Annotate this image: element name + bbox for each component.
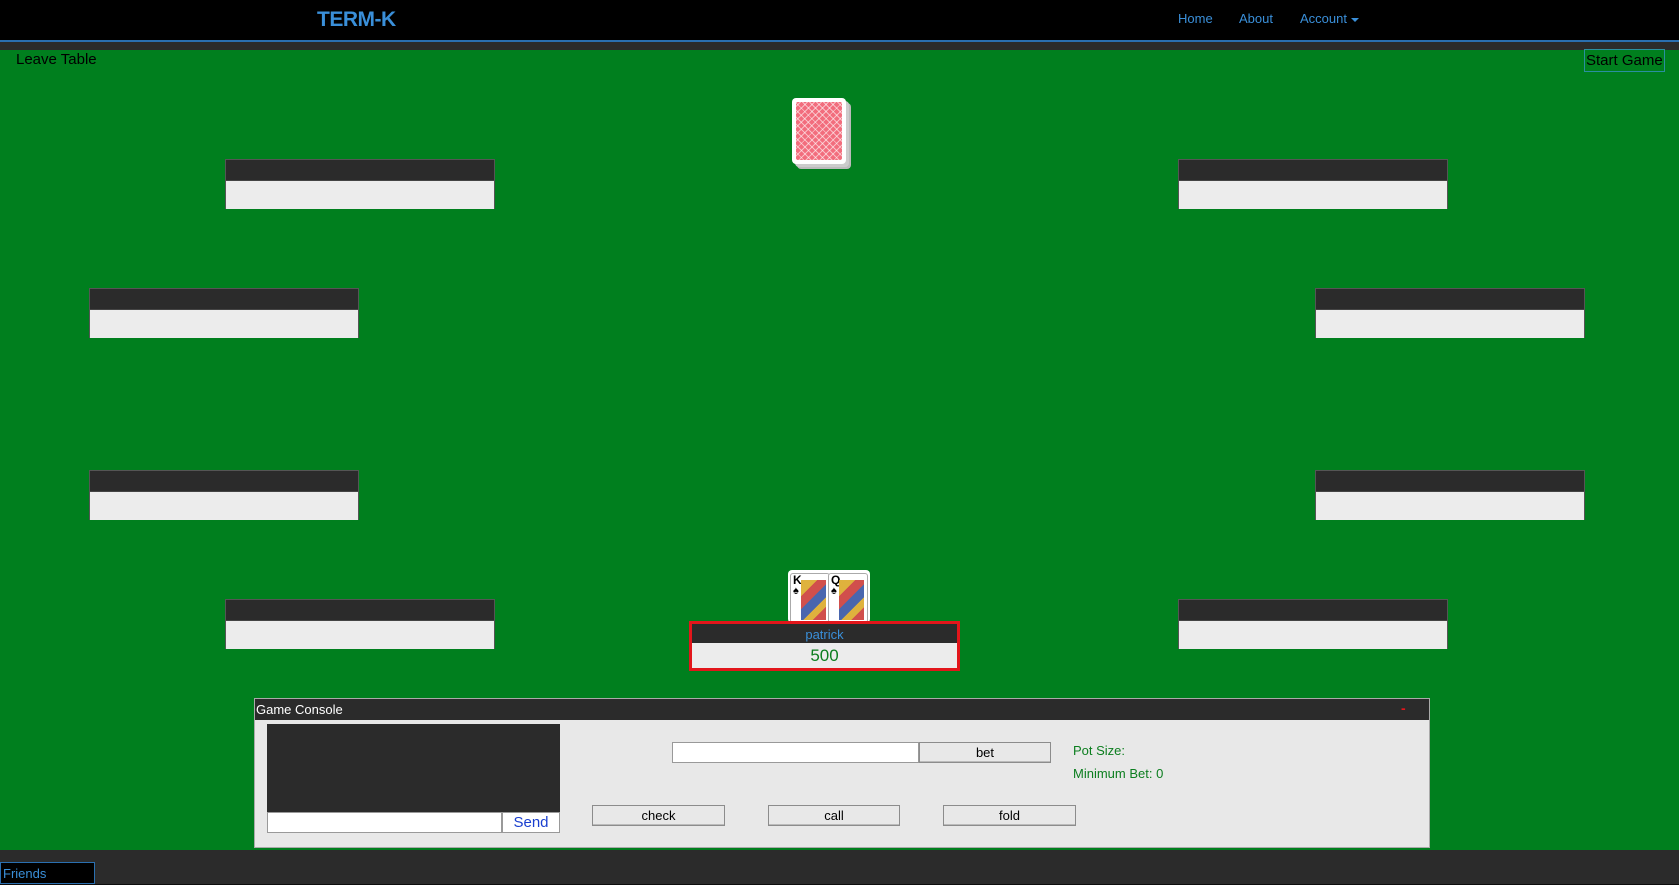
check-button[interactable]: check [592, 805, 725, 826]
empty-seat [1315, 288, 1585, 338]
seat-header [90, 471, 358, 491]
empty-seat [1178, 599, 1448, 649]
seat-body [1316, 309, 1584, 338]
chat-input[interactable] [267, 812, 502, 833]
card-suit: ♠ [793, 585, 799, 597]
player-chips: 500 [692, 643, 957, 668]
hole-card: K ♠ [790, 573, 830, 623]
console-title: Game Console [256, 702, 343, 717]
console-header: Game Console - [255, 699, 1429, 720]
seat-header [90, 289, 358, 309]
seat-body [1316, 491, 1584, 520]
minimize-icon[interactable]: - [1401, 700, 1406, 716]
caret-down-icon [1350, 17, 1359, 22]
seat-header [1316, 471, 1584, 491]
empty-seat [89, 470, 359, 520]
seat-body [226, 180, 494, 209]
queen-face-icon [839, 580, 864, 620]
seat-header [1316, 289, 1584, 309]
account-label: Account [1300, 11, 1347, 26]
empty-seat [225, 159, 495, 209]
player-hand: K ♠ Q ♠ [788, 570, 870, 623]
brand-logo[interactable]: TERM-K [317, 8, 396, 32]
bet-button[interactable]: bet [919, 742, 1051, 763]
hole-card: Q ♠ [828, 573, 868, 623]
empty-seat [225, 599, 495, 649]
footer-bar [0, 850, 1679, 884]
empty-seat [89, 288, 359, 338]
fold-button[interactable]: fold [943, 805, 1076, 826]
player-seat: patrick 500 [689, 621, 960, 671]
navbar-divider [0, 42, 1679, 50]
bet-amount-input[interactable] [672, 742, 919, 763]
empty-seat [1315, 470, 1585, 520]
seat-body [1179, 180, 1447, 209]
start-game-button[interactable]: Start Game [1584, 49, 1665, 72]
chat-log [267, 724, 560, 812]
nav-about-link[interactable]: About [1239, 11, 1273, 26]
nav-home-link[interactable]: Home [1178, 11, 1213, 26]
player-name: patrick [692, 624, 957, 643]
leave-table-link[interactable]: Leave Table [16, 51, 97, 68]
seat-header [226, 600, 494, 620]
game-console: Game Console - Send bet check call fold … [254, 698, 1430, 848]
minimum-bet-label: Minimum Bet: 0 [1073, 766, 1164, 781]
friends-tab[interactable]: Friends [0, 862, 95, 884]
king-face-icon [801, 580, 826, 620]
nav-account-dropdown[interactable]: Account [1300, 11, 1359, 26]
top-navbar: TERM-K Home About Account [0, 0, 1679, 42]
card-back-icon [792, 98, 846, 164]
call-button[interactable]: call [768, 805, 900, 826]
seat-header [226, 160, 494, 180]
card-back-pattern [796, 102, 842, 160]
card-suit: ♠ [831, 585, 837, 597]
seat-header [1179, 160, 1447, 180]
seat-body [90, 491, 358, 520]
empty-seat [1178, 159, 1448, 209]
card-deck [792, 98, 856, 173]
seat-body [1179, 620, 1447, 649]
seat-header [1179, 600, 1447, 620]
seat-body [90, 309, 358, 338]
pot-size-label: Pot Size: [1073, 743, 1126, 758]
seat-body [226, 620, 494, 649]
send-button[interactable]: Send [502, 812, 560, 833]
